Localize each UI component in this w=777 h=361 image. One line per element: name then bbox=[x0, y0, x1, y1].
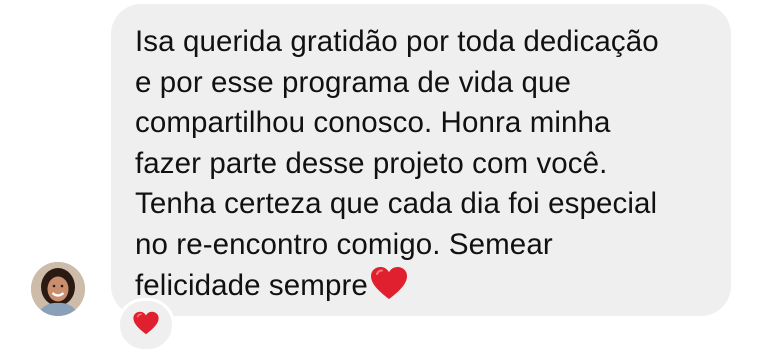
avatar-photo bbox=[31, 262, 85, 316]
message-bubble[interactable]: Isa querida gratidão por toda dedicação … bbox=[111, 4, 731, 316]
message-line-2: e por esse programa de vida que bbox=[135, 65, 572, 99]
red-heart-icon bbox=[369, 265, 409, 313]
message-line-1: Isa querida gratidão por toda dedicação bbox=[135, 25, 659, 58]
message-line-4: fazer parte desse projeto com você. bbox=[135, 146, 608, 180]
message-line-6: no re-encontro comigo. Semear bbox=[135, 227, 553, 261]
message-line-7: felicidade sempre bbox=[135, 265, 707, 313]
red-heart-icon bbox=[132, 310, 160, 341]
sender-avatar[interactable] bbox=[31, 262, 85, 316]
chat-view: Isa querida gratidão por toda dedicação … bbox=[0, 0, 777, 361]
message-line-3: compartilhou conosco. Honra minha bbox=[135, 106, 611, 139]
heart-reaction-badge[interactable] bbox=[117, 298, 175, 352]
message-line-5: Tenha certeza que cada dia foi especial bbox=[135, 187, 658, 220]
message-line-7-text: felicidade sempre bbox=[135, 269, 368, 302]
